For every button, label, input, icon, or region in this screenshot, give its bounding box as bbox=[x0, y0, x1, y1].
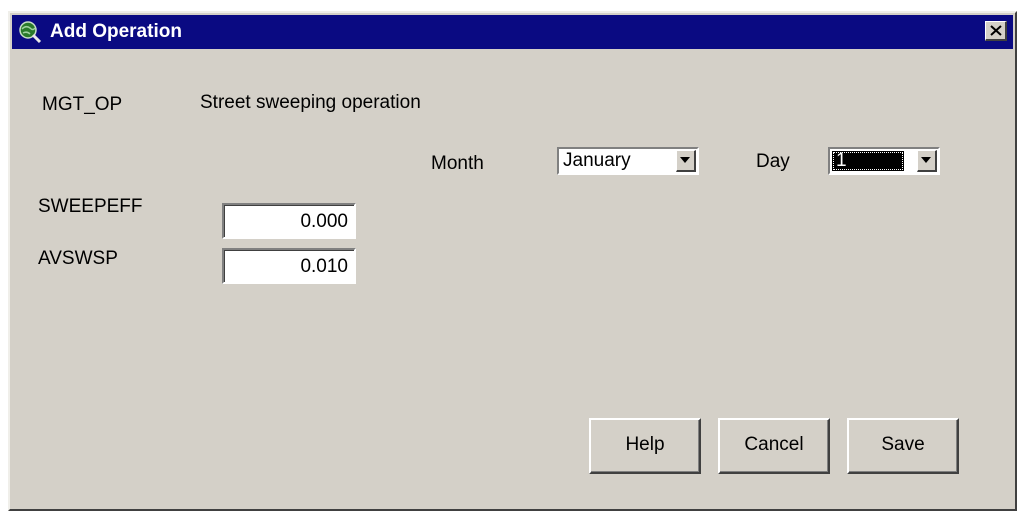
close-button[interactable] bbox=[985, 21, 1007, 41]
month-label: Month bbox=[431, 153, 484, 174]
day-dropdown-button[interactable] bbox=[917, 150, 937, 172]
add-operation-dialog: Add Operation MGT_OP Street sweeping ope… bbox=[8, 11, 1017, 511]
save-button[interactable]: Save bbox=[847, 418, 959, 474]
sweepeff-label: SWEEPEFF bbox=[38, 196, 143, 217]
help-button[interactable]: Help bbox=[589, 418, 701, 474]
close-icon bbox=[990, 25, 1002, 36]
sweepeff-field[interactable]: 0.000 bbox=[222, 203, 356, 239]
sweepeff-value: 0.000 bbox=[300, 211, 348, 232]
avswsp-label: AVSWSP bbox=[38, 248, 118, 269]
title-bar[interactable]: Add Operation bbox=[12, 15, 1013, 49]
chevron-down-icon bbox=[680, 157, 690, 163]
month-dropdown-button[interactable] bbox=[676, 150, 696, 172]
avswsp-value: 0.010 bbox=[300, 256, 348, 277]
month-select[interactable]: January bbox=[557, 147, 699, 175]
month-value: January bbox=[563, 150, 631, 171]
operation-code-label: MGT_OP bbox=[42, 94, 123, 115]
chevron-down-icon bbox=[921, 157, 931, 163]
cancel-button[interactable]: Cancel bbox=[718, 418, 830, 474]
day-selected-value: 1 bbox=[832, 150, 904, 171]
globe-magnifier-icon bbox=[19, 21, 42, 44]
window-title: Add Operation bbox=[50, 21, 182, 42]
day-select[interactable]: 1 bbox=[828, 147, 940, 175]
avswsp-field[interactable]: 0.010 bbox=[222, 248, 356, 284]
day-label: Day bbox=[756, 151, 790, 172]
operation-description: Street sweeping operation bbox=[200, 92, 421, 113]
